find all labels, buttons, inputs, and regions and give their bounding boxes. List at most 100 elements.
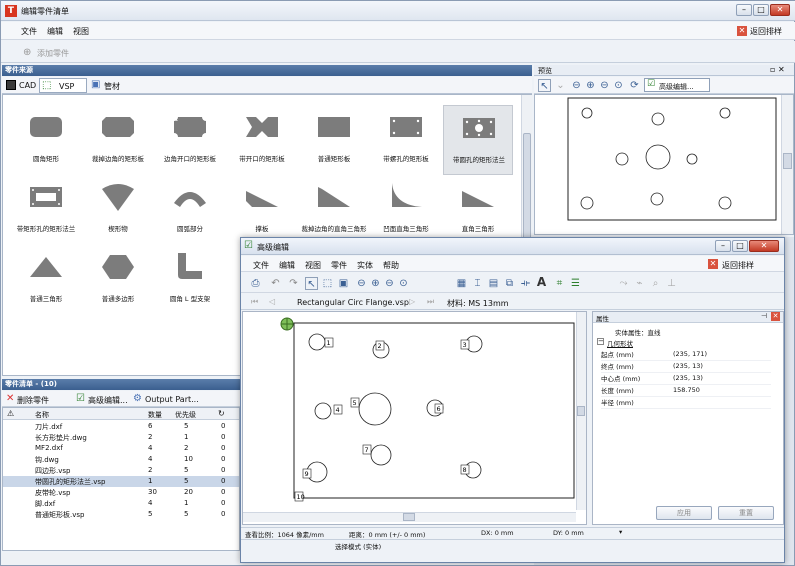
table-row[interactable]: MF2.dxf 4 2 0 [3,443,239,454]
adv-maximize-button[interactable]: □ [732,240,748,252]
table-row[interactable]: 带圆孔的矩形法兰.vsp 1 5 0 [3,476,239,487]
zoom-in-icon[interactable]: ⊕ [369,277,382,290]
shape-tile-circ-flange[interactable]: 带圆孔的矩形法兰 [443,105,513,175]
mirror-icon[interactable]: ⟛ [519,277,532,290]
canvas-h-scrollbar[interactable] [243,512,576,522]
table-row[interactable]: 钩.dwg 4 10 0 [3,454,239,465]
zoom-out-icon[interactable]: ⊖ [383,277,396,290]
lead-in-icon[interactable]: ⤳ [617,277,630,290]
adv-menu-item[interactable]: 帮助 [383,260,399,271]
adv-menu-item[interactable]: 实体 [357,260,373,271]
canvas-h-thumb[interactable] [403,513,415,521]
hole-circle[interactable] [314,402,332,420]
col-priority[interactable]: 优先级 [175,410,196,420]
select-icon[interactable]: ↖ [538,79,551,92]
property-row[interactable]: 长度 (mm) 158.750 [601,384,771,397]
zoom-out-icon[interactable]: ⊖ [598,79,611,92]
tab-vsp[interactable]: ⬚ VSP [39,78,87,93]
zoom-icon[interactable]: ⊖ [355,277,368,290]
zoom-fit-icon[interactable]: ⊙ [612,79,625,92]
status-dropdown-icon[interactable]: ▾ [619,528,622,536]
adv-minimize-button[interactable]: – [715,240,731,252]
select-icon[interactable]: ↖ [305,277,318,290]
shape-tile-rounded-rect[interactable]: 圆角矩形 [11,105,81,175]
menu-view[interactable]: 视图 [73,26,89,37]
table-row[interactable]: 脚.dxf 4 1 0 [3,498,239,509]
col-qty[interactable]: 数量 [148,410,162,420]
measure-icon[interactable]: ▦ [455,277,468,290]
material-selector[interactable]: 材料: MS 13mm [447,298,509,309]
property-row[interactable]: 半径 (mm) [601,396,771,409]
table-row[interactable]: 四边形.vsp 2 5 0 [3,465,239,476]
shape-tile-polygon[interactable]: 普通多边形 [83,245,153,315]
pin-icon[interactable]: ⌕ [649,277,662,290]
shape-tile-chamfer-triangle[interactable]: 裁掉边角的直角三角形 [299,175,369,245]
zoom-icon[interactable]: ⊖ [570,79,583,92]
table-row[interactable]: 普通矩形板.vsp 5 5 0 [3,509,239,520]
property-value[interactable]: (235, 13) [673,360,771,373]
properties-close-icon[interactable]: ✕ [771,312,780,321]
col-name[interactable]: 名称 [35,410,49,420]
dropdown-icon[interactable]: ⌄ [554,79,567,92]
property-value[interactable]: (235, 13) [673,372,771,385]
output-part-button[interactable]: Output Part... [145,395,199,404]
shape-tile-triangle[interactable]: 普通三角形 [11,245,81,315]
shape-tile-wedge[interactable]: 楔形物 [83,175,153,245]
shape-tile-corner-notch-rect[interactable]: 边角开口的矩形板 [155,105,225,175]
apply-button[interactable]: 应用 [656,506,712,520]
minimize-button[interactable]: – [736,4,752,16]
shape-tile-gusset[interactable]: 撑板 [227,175,297,245]
drawing-canvas[interactable]: 1 2 3 4 5 6 7 8 9 10 [242,311,587,525]
advanced-edit-button[interactable]: 高级编辑... [88,395,128,406]
shape-tile-notch-rect[interactable]: 带开口的矩形板 [227,105,297,175]
property-value[interactable]: 158.750 [673,384,771,397]
shape-tile-plain-rect[interactable]: 普通矩形板 [299,105,369,175]
pierce-icon[interactable]: ⊥ [665,277,678,290]
hole-circle[interactable] [308,333,326,351]
property-row[interactable]: 起点 (mm) (235, 171) [601,348,771,361]
copy-icon[interactable]: ⧉ [503,277,516,290]
menu-file[interactable]: 文件 [21,26,37,37]
add-part-button[interactable]: 添加零件 [37,48,69,59]
shape-tile-concave-triangle[interactable]: 凹面直角三角形 [371,175,441,245]
text-icon[interactable]: A [535,276,548,289]
redo-icon[interactable]: ↷ [287,277,300,290]
pin-icon[interactable]: ⊣ [761,312,767,320]
property-row[interactable]: 中心点 (mm) (235, 13) [601,372,771,385]
path-icon[interactable]: ⌁ [633,277,646,290]
image-icon[interactable]: ▣ [337,277,350,290]
zoom-fit-icon[interactable]: ⊙ [397,277,410,290]
last-part-icon[interactable]: ⏭ [427,297,434,307]
adv-menu-item[interactable]: 编辑 [279,260,295,271]
layer-icon[interactable]: ☰ [569,277,582,290]
property-row[interactable]: 终点 (mm) (235, 13) [601,360,771,373]
refresh-icon[interactable]: ⟳ [628,79,641,92]
prev-part-icon[interactable]: ◁ [269,297,275,306]
preview-scrollbar[interactable] [781,95,793,234]
first-part-icon[interactable]: ⏮ [251,297,258,307]
preview-pin-icon[interactable]: ▫ ✕ [770,65,785,74]
preview-scroll-thumb[interactable] [783,153,792,169]
property-value[interactable]: (235, 171) [673,348,771,361]
shape-tile-right-triangle[interactable]: 直角三角形 [443,175,513,245]
hole-circle[interactable] [370,444,392,466]
geometry-group[interactable]: 几何形状 [607,338,633,348]
dimension-icon[interactable]: ⌶ [471,277,484,290]
table-row[interactable]: 长方形垫片.dwg 2 1 0 [3,432,239,443]
shape-tile-arc[interactable]: 圆弧部分 [155,175,225,245]
collapse-icon[interactable]: − [597,338,604,345]
hole-circle[interactable] [358,392,392,426]
tab-tube[interactable]: 管材 [104,81,120,92]
property-value[interactable] [673,396,771,409]
print-icon[interactable]: ⎙ [249,277,262,290]
adv-menu-item[interactable]: 文件 [253,260,269,271]
shape-tile-l-bracket[interactable]: 圆角 L 型支架 [155,245,225,315]
snap-icon[interactable]: ⌗ [553,277,566,290]
adv-return-button[interactable]: 返回排样 [722,260,754,271]
tab-cad[interactable]: CAD [19,81,36,90]
preview-advanced-edit-button[interactable]: ☑ 高级编辑... [644,78,710,92]
zoom-in-icon[interactable]: ⊕ [584,79,597,92]
reset-button[interactable]: 重置 [718,506,774,520]
table-row[interactable]: 皮带轮.vsp 30 20 0 [3,487,239,498]
undo-icon[interactable]: ↶ [269,277,282,290]
